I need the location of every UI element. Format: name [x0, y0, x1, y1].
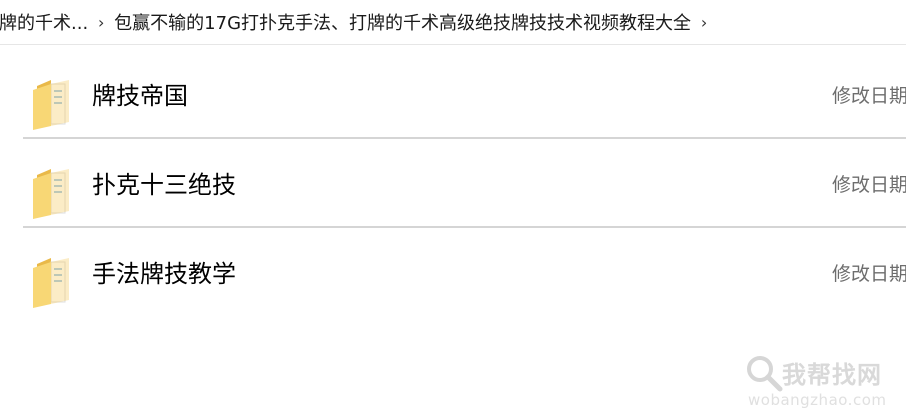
chevron-right-icon[interactable]: › [90, 13, 112, 32]
magnifier-icon [747, 356, 783, 392]
chevron-right-icon[interactable]: › [693, 13, 715, 32]
watermark: 我帮找网 wobangzhao.com [742, 351, 900, 415]
file-name[interactable]: 扑克十三绝技 [92, 165, 236, 200]
modified-date-label: 修改日期 [832, 263, 906, 285]
file-name[interactable]: 手法牌技教学 [92, 254, 236, 289]
file-explorer-window: 牌的千术... › 包赢不输的17G打扑克手法、打牌的千术高级绝技牌技技术视频教… [0, 0, 906, 417]
watermark-text: 我帮找网 [782, 361, 882, 389]
modified-date-label: 修改日期 [832, 174, 906, 196]
breadcrumb-item-current[interactable]: 包赢不输的17G打扑克手法、打牌的千术高级绝技牌技技术视频教程大全 [112, 9, 693, 35]
watermark-url: wobangzhao.com [748, 391, 887, 409]
breadcrumb-item-parent[interactable]: 牌的千术... [0, 9, 90, 35]
folder-icon [33, 258, 69, 308]
folder-icon [33, 169, 69, 219]
file-name[interactable]: 牌技帝国 [92, 76, 188, 111]
breadcrumb: 牌的千术... › 包赢不输的17G打扑克手法、打牌的千术高级绝技牌技技术视频教… [0, 0, 906, 45]
list-item[interactable]: 手法牌技教学 修改日期 [23, 228, 906, 315]
folder-icon [33, 80, 69, 130]
list-item[interactable]: 牌技帝国 修改日期 [23, 50, 906, 139]
modified-date-label: 修改日期 [832, 85, 906, 107]
list-item[interactable]: 扑克十三绝技 修改日期 [23, 139, 906, 228]
